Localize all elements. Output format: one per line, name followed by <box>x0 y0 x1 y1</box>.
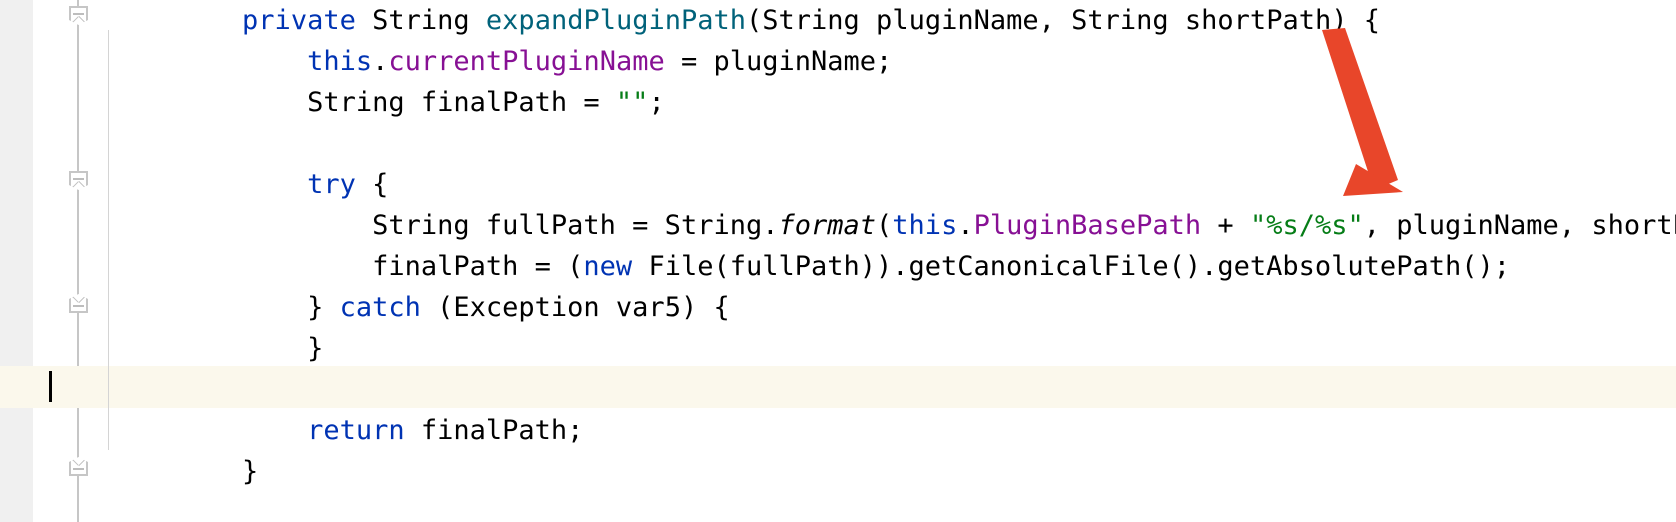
fold-method-start-icon[interactable] <box>69 6 88 25</box>
code-line[interactable]: return finalPath; <box>112 410 1676 451</box>
code-token-plain: , pluginName, shortPath); <box>1363 210 1676 241</box>
code-token-plain: ; <box>648 87 665 118</box>
code-token-string: "%s/%s" <box>1249 210 1364 241</box>
fold-collapse-minus-icon <box>73 305 84 307</box>
code-line[interactable] <box>112 123 1676 164</box>
code-line[interactable]: try { <box>112 164 1676 205</box>
code-line[interactable]: String fullPath = String.format(this.Plu… <box>112 205 1676 246</box>
code-editor[interactable]: private String expandPluginPath(String p… <box>0 0 1676 522</box>
indent-guide-method-body <box>108 30 109 450</box>
fold-handle-tail <box>69 294 88 303</box>
code-token-plain: = pluginName; <box>664 46 893 77</box>
fold-region-line <box>77 0 79 522</box>
code-token-keyword: try <box>307 169 356 200</box>
code-lines[interactable]: private String expandPluginPath(String p… <box>112 0 1676 492</box>
code-token-plain: (Exception var5) { <box>420 292 730 323</box>
code-token-keyword: this <box>892 210 958 241</box>
code-token-plain: { <box>355 169 389 200</box>
fold-try-start-icon[interactable] <box>69 171 88 190</box>
fold-try-end-icon[interactable] <box>69 294 88 313</box>
code-token-plain: String fullPath = String. <box>112 210 779 241</box>
code-token-keyword: private <box>242 5 356 36</box>
code-token-field: currentPluginName <box>388 46 665 77</box>
code-line[interactable]: String finalPath = ""; <box>112 82 1676 123</box>
code-token-type: String <box>372 5 470 36</box>
fold-method-end-icon[interactable] <box>69 457 88 476</box>
code-token-string: "" <box>615 87 649 118</box>
code-token-keyword: new <box>583 251 633 282</box>
code-token-plain: (String pluginName, String shortPath) { <box>746 5 1380 36</box>
fold-collapse-minus-icon <box>73 468 84 470</box>
code-token-plain: finalPath; <box>404 415 584 446</box>
code-token-keyword: this <box>307 46 373 77</box>
code-token-keyword: catch <box>339 292 421 323</box>
fold-handle-tail <box>69 181 88 190</box>
code-token-plain: finalPath = ( <box>112 251 584 282</box>
code-line[interactable]: } <box>112 328 1676 369</box>
fold-handle-tail <box>69 16 88 25</box>
code-token-plain: } <box>112 456 259 487</box>
code-token-plain: . <box>957 210 974 241</box>
text-caret <box>49 371 52 402</box>
code-token-plain: } <box>112 333 324 364</box>
code-token-field: PluginBasePath <box>973 210 1202 241</box>
code-token-plain: } <box>112 292 340 323</box>
code-line[interactable]: this.currentPluginName = pluginName; <box>112 41 1676 82</box>
code-line[interactable]: } <box>112 451 1676 492</box>
fold-collapse-minus-icon <box>73 178 84 180</box>
code-line[interactable]: private String expandPluginPath(String p… <box>112 0 1676 41</box>
code-token-static-method: format <box>778 210 877 241</box>
code-token-plain: ( <box>876 210 893 241</box>
code-token-plain: String finalPath = <box>112 87 616 118</box>
code-token-plain: . <box>372 46 389 77</box>
code-token-plain: File(fullPath)).getCanonicalFile().getAb… <box>632 251 1510 282</box>
code-folding-column[interactable] <box>33 0 108 522</box>
code-line[interactable] <box>112 369 1676 410</box>
code-line[interactable]: finalPath = (new File(fullPath)).getCano… <box>112 246 1676 287</box>
fold-handle-tail <box>69 457 88 466</box>
code-token-plain: + <box>1201 210 1250 241</box>
code-token-keyword: return <box>307 415 405 446</box>
editor-gutter-strip[interactable] <box>0 0 33 522</box>
code-line[interactable]: } catch (Exception var5) { <box>112 287 1676 328</box>
fold-collapse-minus-icon <box>73 13 84 15</box>
code-token-method-declaration: expandPluginPath <box>485 5 747 36</box>
